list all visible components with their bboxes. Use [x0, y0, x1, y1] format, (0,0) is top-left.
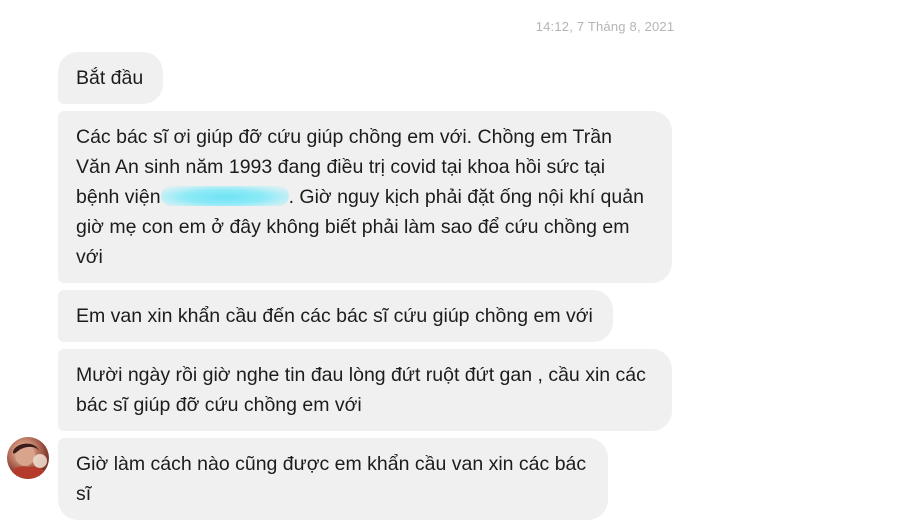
message-timestamp: 14:12, 7 Tháng 8, 2021: [535, 19, 675, 34]
message-text: Giờ làm cách nào cũng được em khẩn cầu v…: [76, 453, 587, 505]
message-bubble[interactable]: Các bác sĩ ơi giúp đỡ cứu giúp chồng em …: [58, 111, 672, 283]
redacted-hospital-name: [160, 186, 289, 206]
message-thread: Bắt đầu Các bác sĩ ơi giúp đỡ cứu giúp c…: [58, 52, 698, 527]
message-text: Mười ngày rồi giờ nghe tin đau lòng đứt …: [76, 364, 646, 416]
message-bubble[interactable]: Mười ngày rồi giờ nghe tin đau lòng đứt …: [58, 349, 672, 431]
message-bubble[interactable]: Em van xin khẩn cầu đến các bác sĩ cứu g…: [58, 290, 613, 342]
message-text: Em van xin khẩn cầu đến các bác sĩ cứu g…: [76, 305, 593, 327]
message-bubble[interactable]: Bắt đầu: [58, 52, 164, 104]
message-text: Bắt đầu: [76, 67, 144, 89]
message-bubble[interactable]: Giờ làm cách nào cũng được em khẩn cầu v…: [58, 438, 608, 520]
sender-avatar[interactable]: [7, 437, 49, 479]
